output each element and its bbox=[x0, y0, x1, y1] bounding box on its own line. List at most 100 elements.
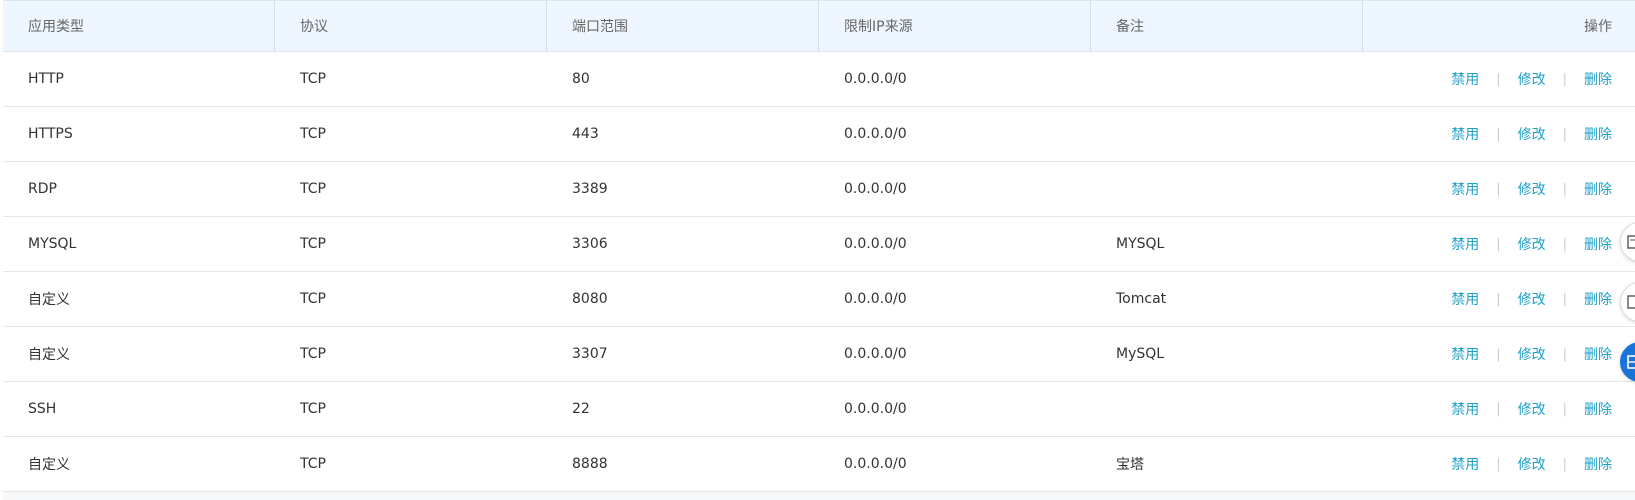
table-row: RDP TCP 3389 0.0.0.0/0 禁用 | 修改 | 删除 bbox=[3, 162, 1635, 217]
cell-port: 3389 bbox=[572, 181, 608, 197]
disable-link[interactable]: 禁用 bbox=[1451, 69, 1479, 89]
edit-link[interactable]: 修改 bbox=[1518, 234, 1546, 254]
cell-app-type: 自定义 bbox=[28, 457, 70, 473]
disable-link[interactable]: 禁用 bbox=[1451, 124, 1479, 144]
header-port-range: 端口范围 bbox=[547, 1, 819, 51]
cell-source-ip: 0.0.0.0/0 bbox=[844, 401, 907, 417]
cell-note bbox=[1091, 382, 1363, 436]
cell-source-ip: 0.0.0.0/0 bbox=[844, 346, 907, 362]
cell-actions: 禁用 | 修改 | 删除 bbox=[1363, 437, 1635, 491]
table-row: SSH TCP 22 0.0.0.0/0 禁用 | 修改 | 删除 bbox=[3, 382, 1635, 437]
cell-protocol: TCP bbox=[300, 401, 326, 417]
disable-link[interactable]: 禁用 bbox=[1451, 454, 1479, 474]
header-source-ip: 限制IP来源 bbox=[819, 1, 1091, 51]
cell-actions: 禁用 | 修改 | 删除 bbox=[1363, 52, 1635, 106]
action-separator: | bbox=[1496, 291, 1501, 307]
security-group-rules-table: 应用类型 协议 端口范围 限制IP来源 备注 操作 HTTP TCP 80 0.0.0… bbox=[3, 0, 1635, 492]
cell-app-type: 自定义 bbox=[28, 347, 70, 363]
cell-port: 22 bbox=[572, 401, 590, 417]
table-header: 应用类型 协议 端口范围 限制IP来源 备注 操作 bbox=[3, 0, 1635, 52]
cell-port: 3307 bbox=[572, 346, 608, 362]
cell-note bbox=[1091, 162, 1363, 216]
delete-link[interactable]: 删除 bbox=[1584, 399, 1612, 419]
action-separator: | bbox=[1562, 456, 1567, 472]
action-separator: | bbox=[1496, 126, 1501, 142]
action-separator: | bbox=[1562, 346, 1567, 362]
cell-source-ip: 0.0.0.0/0 bbox=[844, 291, 907, 307]
disable-link[interactable]: 禁用 bbox=[1451, 179, 1479, 199]
edit-link[interactable]: 修改 bbox=[1518, 344, 1546, 364]
cell-actions: 禁用 | 修改 | 删除 bbox=[1363, 272, 1635, 326]
table-footer-strip bbox=[3, 492, 1635, 500]
chat-icon bbox=[1627, 355, 1635, 369]
action-separator: | bbox=[1496, 346, 1501, 362]
table-row: HTTPS TCP 443 0.0.0.0/0 禁用 | 修改 | 删除 bbox=[3, 107, 1635, 162]
delete-link[interactable]: 删除 bbox=[1584, 69, 1612, 89]
edit-link[interactable]: 修改 bbox=[1518, 124, 1546, 144]
cell-port: 443 bbox=[572, 126, 599, 142]
cell-source-ip: 0.0.0.0/0 bbox=[844, 236, 907, 252]
disable-link[interactable]: 禁用 bbox=[1451, 344, 1479, 364]
header-note: 备注 bbox=[1091, 1, 1363, 51]
cell-protocol: TCP bbox=[300, 456, 326, 472]
disable-link[interactable]: 禁用 bbox=[1451, 234, 1479, 254]
action-separator: | bbox=[1562, 291, 1567, 307]
cell-app-type: HTTP bbox=[28, 71, 64, 87]
delete-link[interactable]: 删除 bbox=[1584, 179, 1612, 199]
cell-protocol: TCP bbox=[300, 236, 326, 252]
cell-actions: 禁用 | 修改 | 删除 bbox=[1363, 217, 1635, 271]
action-separator: | bbox=[1496, 401, 1501, 417]
cell-app-type: HTTPS bbox=[28, 126, 73, 142]
cell-source-ip: 0.0.0.0/0 bbox=[844, 71, 907, 87]
cell-protocol: TCP bbox=[300, 126, 326, 142]
action-separator: | bbox=[1562, 236, 1567, 252]
action-separator: | bbox=[1562, 401, 1567, 417]
cell-note: MySQL bbox=[1116, 346, 1165, 362]
cell-protocol: TCP bbox=[300, 346, 326, 362]
action-separator: | bbox=[1562, 71, 1567, 87]
header-app-type: 应用类型 bbox=[3, 1, 275, 51]
cell-protocol: TCP bbox=[300, 291, 326, 307]
table-row: HTTP TCP 80 0.0.0.0/0 禁用 | 修改 | 删除 bbox=[3, 52, 1635, 107]
disable-link[interactable]: 禁用 bbox=[1451, 289, 1479, 309]
disable-link[interactable]: 禁用 bbox=[1451, 399, 1479, 419]
action-separator: | bbox=[1562, 126, 1567, 142]
delete-link[interactable]: 删除 bbox=[1584, 344, 1612, 364]
cell-port: 8888 bbox=[572, 456, 608, 472]
edit-link[interactable]: 修改 bbox=[1518, 179, 1546, 199]
table-row: 自定义 TCP 8888 0.0.0.0/0 宝塔 禁用 | 修改 | 删除 bbox=[3, 437, 1635, 492]
document-icon bbox=[1627, 235, 1635, 249]
edit-link[interactable]: 修改 bbox=[1518, 69, 1546, 89]
table-row: MYSQL TCP 3306 0.0.0.0/0 MYSQL 禁用 | 修改 | 删除 bbox=[3, 217, 1635, 272]
edit-link[interactable]: 修改 bbox=[1518, 289, 1546, 309]
cell-app-type: RDP bbox=[28, 181, 57, 197]
cell-app-type: MYSQL bbox=[28, 236, 77, 252]
table-body: HTTP TCP 80 0.0.0.0/0 禁用 | 修改 | 删除 HTTPS TCP 443 0.0… bbox=[3, 52, 1635, 492]
cell-source-ip: 0.0.0.0/0 bbox=[844, 456, 907, 472]
cell-actions: 禁用 | 修改 | 删除 bbox=[1363, 382, 1635, 436]
cell-port: 80 bbox=[572, 71, 590, 87]
edit-link[interactable]: 修改 bbox=[1518, 454, 1546, 474]
cell-note: 宝塔 bbox=[1116, 457, 1144, 473]
cell-protocol: TCP bbox=[300, 71, 326, 87]
cell-source-ip: 0.0.0.0/0 bbox=[844, 181, 907, 197]
action-separator: | bbox=[1496, 181, 1501, 197]
cell-actions: 禁用 | 修改 | 删除 bbox=[1363, 162, 1635, 216]
delete-link[interactable]: 删除 bbox=[1584, 234, 1612, 254]
action-separator: | bbox=[1496, 236, 1501, 252]
action-separator: | bbox=[1496, 71, 1501, 87]
cell-source-ip: 0.0.0.0/0 bbox=[844, 126, 907, 142]
action-separator: | bbox=[1496, 456, 1501, 472]
header-actions: 操作 bbox=[1584, 19, 1612, 35]
table-row: 自定义 TCP 8080 0.0.0.0/0 Tomcat 禁用 | 修改 | 删除 bbox=[3, 272, 1635, 327]
cell-note: Tomcat bbox=[1116, 291, 1167, 307]
delete-link[interactable]: 删除 bbox=[1584, 124, 1612, 144]
cell-app-type: 自定义 bbox=[28, 292, 70, 308]
delete-link[interactable]: 删除 bbox=[1584, 454, 1612, 474]
cell-note: MYSQL bbox=[1116, 236, 1165, 252]
edit-link[interactable]: 修改 bbox=[1518, 399, 1546, 419]
delete-link[interactable]: 删除 bbox=[1584, 289, 1612, 309]
cell-actions: 禁用 | 修改 | 删除 bbox=[1363, 327, 1635, 381]
cell-note bbox=[1091, 52, 1363, 106]
table-row: 自定义 TCP 3307 0.0.0.0/0 MySQL 禁用 | 修改 | 删除 bbox=[3, 327, 1635, 382]
